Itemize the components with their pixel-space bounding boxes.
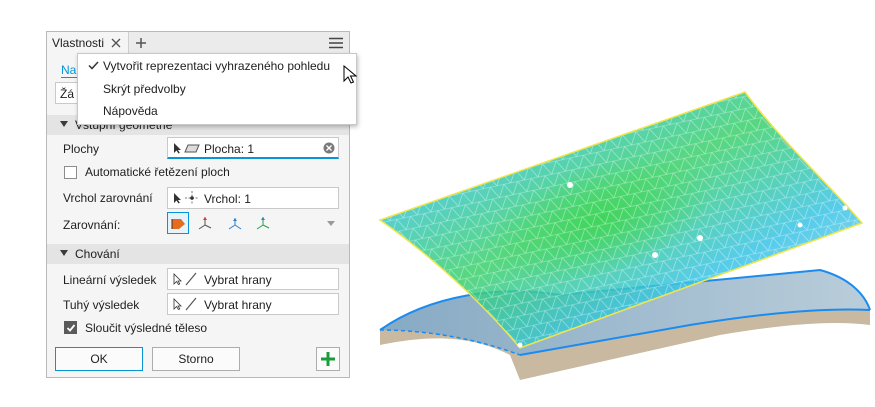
- align-icon: [171, 219, 185, 229]
- collapse-arrow-icon: [60, 250, 68, 256]
- cursor-icon: [173, 273, 182, 285]
- add-icon: [321, 352, 335, 366]
- merge-label: Sloučit výsledné těleso: [85, 321, 208, 335]
- menu-item-label: Nápověda: [103, 104, 158, 118]
- hamburger-menu-icon[interactable]: [329, 37, 343, 49]
- cursor-icon: [174, 193, 181, 204]
- vertex-icon: [185, 191, 199, 205]
- menu-item-custom-view[interactable]: Vytvořit reprezentaci vyhrazeného pohled…: [78, 54, 356, 78]
- panel-options-menu: Vytvořit reprezentaci vyhrazeného pohled…: [77, 53, 357, 125]
- chevron-down-icon[interactable]: [327, 221, 335, 226]
- auto-chain-label: Automatické řetězení ploch: [85, 165, 230, 179]
- align-option-1[interactable]: [167, 212, 189, 234]
- section-behavior[interactable]: Chování: [47, 244, 349, 264]
- menu-item-label: Skrýt předvolby: [103, 82, 186, 96]
- merge-checkbox[interactable]: [64, 321, 77, 334]
- menu-item-label: Vytvořit reprezentaci vyhrazeného pohled…: [103, 59, 331, 73]
- cursor-icon: [173, 298, 182, 310]
- align-option-4-icon[interactable]: [255, 215, 271, 231]
- vertex-value: Vrchol: 1: [204, 192, 251, 206]
- model-viewport[interactable]: [360, 80, 875, 380]
- cancel-button[interactable]: Storno: [152, 347, 240, 371]
- edge-icon: [185, 297, 197, 311]
- checkmark-icon: [88, 61, 99, 70]
- vertex-label: Vrchol zarovnání: [63, 191, 153, 205]
- partial-dropdown-value: Žá: [60, 87, 75, 101]
- close-icon[interactable]: [111, 38, 121, 48]
- mouse-pointer-icon: [343, 65, 357, 84]
- linear-label: Lineární výsledek: [63, 273, 157, 287]
- align-option-3-icon[interactable]: [227, 215, 243, 231]
- tab-vlastnosti[interactable]: Vlastnosti: [47, 32, 129, 54]
- clear-icon[interactable]: [323, 142, 335, 154]
- plochy-select-field[interactable]: Plocha: 1: [167, 137, 339, 159]
- tab-title: Vlastnosti: [52, 36, 105, 50]
- ok-button[interactable]: OK: [55, 347, 143, 371]
- auto-chain-checkbox[interactable]: [64, 166, 77, 179]
- rigid-select-field[interactable]: Vybrat hrany: [167, 293, 339, 315]
- face-select-icon: [184, 144, 200, 153]
- cursor-icon: [174, 143, 181, 154]
- menu-item-help[interactable]: Nápověda: [78, 100, 356, 122]
- plochy-label: Plochy: [63, 142, 100, 156]
- vertex-select-field[interactable]: Vrchol: 1: [167, 187, 339, 209]
- edge-icon: [185, 272, 197, 286]
- tab-partial-label[interactable]: Na: [61, 63, 76, 77]
- align-option-2-icon[interactable]: [197, 215, 213, 231]
- linear-value: Vybrat hrany: [204, 273, 272, 287]
- checkmark-icon: [66, 324, 76, 332]
- rigid-label: Tuhý výsledek: [63, 298, 140, 312]
- plus-icon[interactable]: [135, 37, 147, 49]
- section-behavior-title: Chování: [75, 247, 120, 261]
- panel-tab-bar: Vlastnosti: [47, 32, 349, 54]
- linear-select-field[interactable]: Vybrat hrany: [167, 268, 339, 290]
- menu-item-hide-presets[interactable]: Skrýt předvolby: [78, 78, 356, 100]
- add-button[interactable]: [316, 347, 340, 371]
- collapse-arrow-icon: [60, 121, 68, 127]
- align-label: Zarovnání:: [63, 218, 121, 232]
- rigid-value: Vybrat hrany: [204, 298, 272, 312]
- plochy-value: Plocha: 1: [204, 142, 255, 156]
